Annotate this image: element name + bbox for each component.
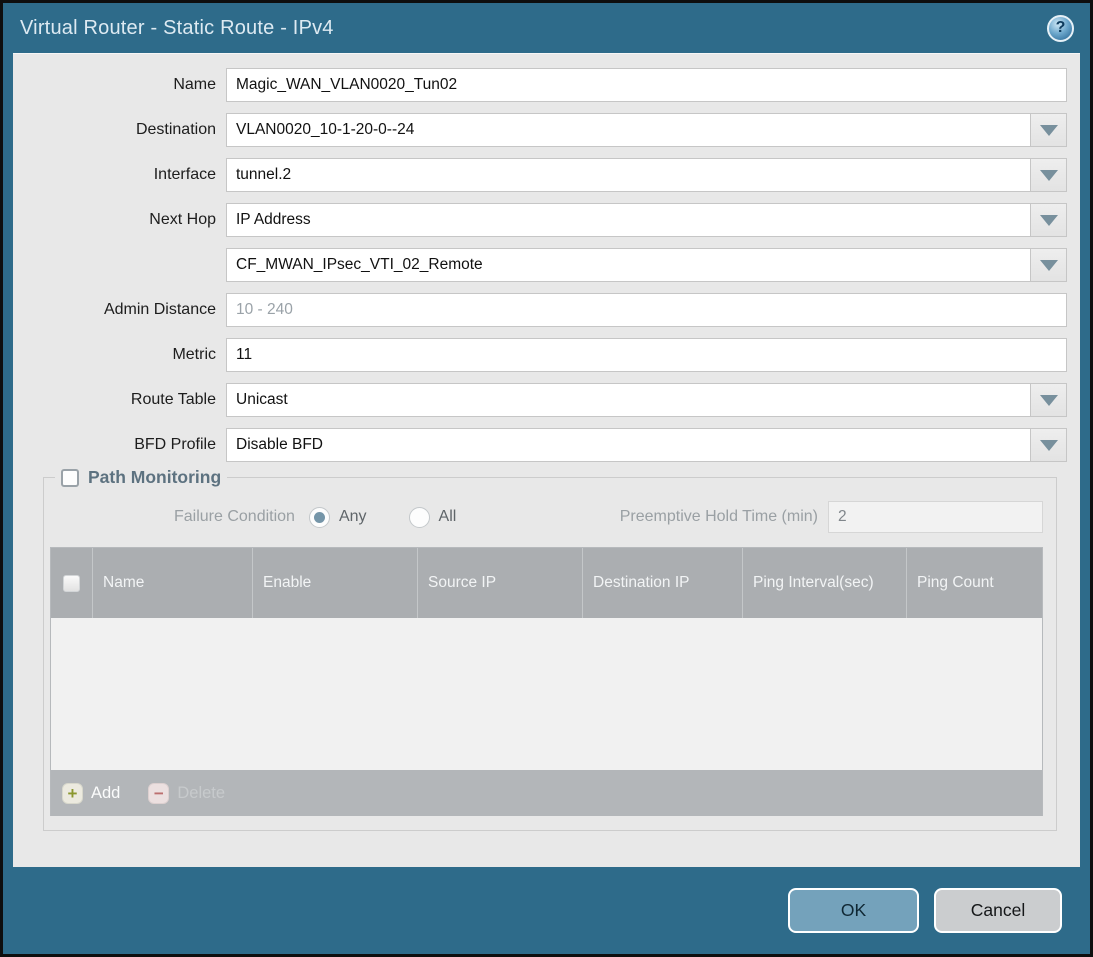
path-monitoring-section: Path Monitoring Failure Condition Any Al… bbox=[43, 477, 1057, 831]
failure-condition-all-label: All bbox=[439, 508, 457, 526]
bfd-profile-dropdown-button[interactable] bbox=[1031, 428, 1067, 462]
dialog-title: Virtual Router - Static Route - IPv4 bbox=[20, 17, 334, 40]
next-hop-label: Next Hop bbox=[26, 211, 226, 229]
route-table-dropdown-button[interactable] bbox=[1031, 383, 1067, 417]
table-toolbar: + Add − Delete bbox=[51, 770, 1042, 816]
titlebar: Virtual Router - Static Route - IPv4 ? bbox=[3, 3, 1090, 53]
form-row-next-hop-address bbox=[26, 248, 1067, 282]
failure-condition-label: Failure Condition bbox=[174, 508, 295, 526]
column-header-name: Name bbox=[93, 548, 253, 618]
add-button[interactable]: + Add bbox=[62, 783, 120, 804]
preemptive-hold-time-input[interactable] bbox=[828, 501, 1043, 533]
path-monitoring-checkbox[interactable] bbox=[61, 469, 79, 487]
interface-dropdown-button[interactable] bbox=[1031, 158, 1067, 192]
radio-dot-icon bbox=[414, 512, 425, 523]
table-header-row: Name Enable Source IP Destination IP Pin… bbox=[51, 548, 1042, 618]
bfd-profile-input[interactable] bbox=[226, 428, 1031, 462]
column-header-ping-interval: Ping Interval(sec) bbox=[743, 548, 907, 618]
name-label: Name bbox=[26, 76, 226, 94]
column-header-ping-count: Ping Count bbox=[907, 548, 1042, 618]
path-monitoring-table: Name Enable Source IP Destination IP Pin… bbox=[50, 547, 1043, 816]
dialog-footer: OK Cancel bbox=[3, 867, 1090, 954]
minus-icon: − bbox=[148, 783, 169, 804]
route-table-label: Route Table bbox=[26, 391, 226, 409]
chevron-down-icon bbox=[1040, 395, 1058, 406]
chevron-down-icon bbox=[1040, 170, 1058, 181]
delete-button-label: Delete bbox=[177, 784, 225, 803]
help-icon[interactable]: ? bbox=[1047, 15, 1074, 42]
destination-input[interactable] bbox=[226, 113, 1031, 147]
chevron-down-icon bbox=[1040, 125, 1058, 136]
route-table-input[interactable] bbox=[226, 383, 1031, 417]
failure-condition-any-label: Any bbox=[339, 508, 367, 526]
table-header-checkbox-cell bbox=[51, 548, 93, 618]
form-row-name: Name bbox=[26, 68, 1067, 102]
next-hop-type-dropdown-button[interactable] bbox=[1031, 203, 1067, 237]
cancel-button[interactable]: Cancel bbox=[934, 888, 1062, 933]
admin-distance-label: Admin Distance bbox=[26, 301, 226, 319]
metric-label: Metric bbox=[26, 346, 226, 364]
form-row-metric: Metric bbox=[26, 338, 1067, 372]
path-monitoring-controls: Failure Condition Any All Preemptive Hol… bbox=[50, 501, 1043, 533]
form-row-next-hop: Next Hop bbox=[26, 203, 1067, 237]
preemptive-hold-time-label: Preemptive Hold Time (min) bbox=[620, 508, 818, 526]
next-hop-type-input[interactable] bbox=[226, 203, 1031, 237]
destination-label: Destination bbox=[26, 121, 226, 139]
next-hop-address-dropdown-button[interactable] bbox=[1031, 248, 1067, 282]
column-header-enable: Enable bbox=[253, 548, 418, 618]
static-route-dialog: Virtual Router - Static Route - IPv4 ? N… bbox=[0, 0, 1093, 957]
destination-dropdown-button[interactable] bbox=[1031, 113, 1067, 147]
add-button-label: Add bbox=[91, 784, 120, 803]
select-all-checkbox[interactable] bbox=[63, 575, 80, 592]
form-row-bfd-profile: BFD Profile bbox=[26, 428, 1067, 462]
path-monitoring-title: Path Monitoring bbox=[88, 467, 221, 488]
metric-input[interactable] bbox=[226, 338, 1067, 372]
interface-label: Interface bbox=[26, 166, 226, 184]
path-monitoring-legend: Path Monitoring bbox=[55, 467, 227, 488]
dialog-body: Name Destination Interface Next Hop bbox=[13, 53, 1080, 867]
chevron-down-icon bbox=[1040, 440, 1058, 451]
column-header-source-ip: Source IP bbox=[418, 548, 583, 618]
form-row-destination: Destination bbox=[26, 113, 1067, 147]
name-input[interactable] bbox=[226, 68, 1067, 102]
admin-distance-input[interactable] bbox=[226, 293, 1067, 327]
ok-button[interactable]: OK bbox=[788, 888, 919, 933]
delete-button[interactable]: − Delete bbox=[148, 783, 225, 804]
chevron-down-icon bbox=[1040, 215, 1058, 226]
plus-icon: + bbox=[62, 783, 83, 804]
radio-dot-icon bbox=[314, 512, 325, 523]
bfd-profile-label: BFD Profile bbox=[26, 436, 226, 454]
column-header-destination-ip: Destination IP bbox=[583, 548, 743, 618]
failure-condition-radio-any[interactable] bbox=[309, 507, 330, 528]
interface-input[interactable] bbox=[226, 158, 1031, 192]
chevron-down-icon bbox=[1040, 260, 1058, 271]
table-body-empty bbox=[51, 618, 1042, 770]
next-hop-address-input[interactable] bbox=[226, 248, 1031, 282]
form-row-interface: Interface bbox=[26, 158, 1067, 192]
form-row-route-table: Route Table bbox=[26, 383, 1067, 417]
form-row-admin-distance: Admin Distance bbox=[26, 293, 1067, 327]
failure-condition-radio-all[interactable] bbox=[409, 507, 430, 528]
